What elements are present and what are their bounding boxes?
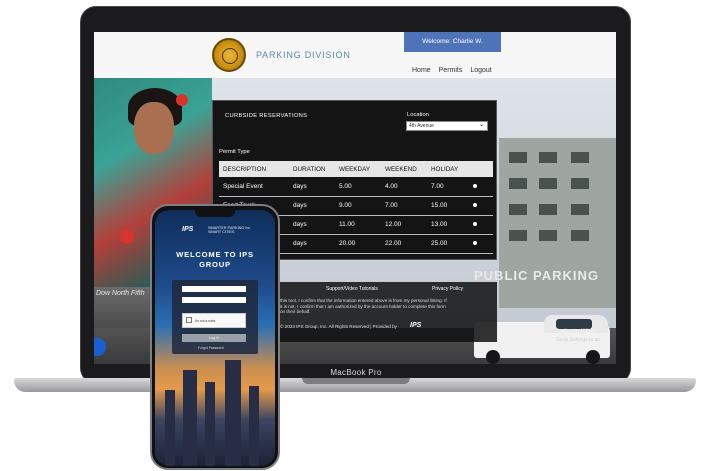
radio-icon[interactable]	[473, 183, 477, 188]
city-seal-logo	[212, 38, 246, 72]
city-building	[205, 382, 215, 466]
privacy-link[interactable]: Privacy Policy	[432, 286, 463, 292]
nav-home[interactable]: Home	[412, 67, 431, 74]
login-button[interactable]: Log in	[182, 334, 246, 342]
cell-weekend: 7.00	[381, 196, 427, 216]
recaptcha-label: I'm not a robot	[195, 319, 216, 323]
ips-logo: IPS	[410, 322, 422, 329]
column-header: DURATION	[289, 161, 335, 177]
cell-weekend: 4.00	[381, 177, 427, 197]
mural-flower	[176, 94, 188, 106]
cell-duration: days	[289, 177, 335, 197]
row-radio[interactable]	[469, 177, 493, 197]
welcome-bar: Welcome: Charlie W.	[404, 32, 501, 52]
window	[571, 152, 589, 163]
wheel	[486, 350, 500, 364]
window	[571, 204, 589, 215]
agreement-text: this tool, I confirm that the informatio…	[280, 298, 447, 315]
radio-icon[interactable]	[473, 203, 477, 207]
copyright-text: © 2023 IPS Group, Inc. All Rights Reserv…	[280, 324, 397, 329]
cell-weekend: 12.00	[381, 215, 427, 235]
wheel	[586, 350, 600, 364]
radio-icon[interactable]	[473, 222, 477, 226]
cell-weekday: 20.00	[335, 234, 381, 254]
window	[509, 152, 527, 163]
column-header-select	[469, 161, 493, 177]
cell-duration: days	[289, 234, 335, 254]
cell-holiday: 7.00	[427, 177, 469, 197]
cell-holiday: 13.00	[427, 215, 469, 235]
cell-weekday: 5.00	[335, 177, 381, 197]
activation-watermark-sub: Go to Settings to ac	[556, 337, 600, 343]
cell-holiday: 25.00	[427, 234, 469, 254]
nav-logout[interactable]: Logout	[470, 67, 491, 74]
row-radio[interactable]	[469, 234, 493, 254]
panel-title: CURBSIDE RESERVATIONS	[225, 113, 308, 119]
site-header	[94, 32, 616, 78]
city-building	[183, 370, 197, 466]
laptop-label: MacBook Pro	[330, 368, 382, 377]
column-header: WEEKEND	[381, 161, 427, 177]
main-nav: Home Permits Logout	[412, 67, 498, 74]
phone-tagline: SMARTER PARKING for SMART CITIES	[208, 226, 250, 235]
cell-weekday: 9.00	[335, 196, 381, 216]
location-select[interactable]: 4th Avenue	[406, 121, 488, 131]
column-header: HOLIDAY	[427, 161, 469, 177]
phone-notch	[195, 210, 235, 217]
radio-icon[interactable]	[473, 241, 477, 245]
permit-type-label: Permit Type	[219, 149, 250, 155]
row-radio[interactable]	[469, 196, 493, 216]
username-field[interactable]	[182, 286, 246, 292]
forgot-password-link[interactable]: Forgot Password	[198, 346, 224, 350]
window	[571, 230, 589, 241]
nav-permits[interactable]: Permits	[439, 67, 463, 74]
window	[539, 178, 557, 189]
phone-welcome-title: WELCOME TO IPS GROUP	[176, 250, 254, 269]
cell-duration: days	[289, 196, 335, 216]
garage-sign: PUBLIC PARKING	[474, 268, 599, 283]
city-building	[165, 390, 175, 466]
mural-text: Dow North Fifth	[96, 290, 145, 297]
cell-weekday: 11.00	[335, 215, 381, 235]
column-header: DESCRIPTION	[219, 161, 289, 177]
activation-watermark: Activate Wind	[556, 328, 596, 335]
table-row[interactable]: Special Event days 5.00 4.00 7.00	[219, 177, 493, 197]
cell-weekend: 22.00	[381, 234, 427, 254]
product-mockup: Dow North Fifth PUBLIC PARKING Activate …	[0, 0, 704, 471]
window	[539, 230, 557, 241]
cell-description: Special Event	[219, 177, 289, 197]
window	[509, 230, 527, 241]
cell-duration: days	[289, 215, 335, 235]
location-label: Location	[407, 112, 429, 118]
city-building	[249, 386, 259, 466]
city-building	[225, 360, 241, 466]
table-header-row: DESCRIPTION DURATION WEEKDAY WEEKEND HOL…	[219, 161, 493, 177]
recaptcha-checkbox[interactable]	[186, 317, 192, 323]
window	[509, 204, 527, 215]
division-title: PARKING DIVISION	[256, 50, 351, 60]
window	[539, 204, 557, 215]
window	[539, 152, 557, 163]
row-radio[interactable]	[469, 215, 493, 235]
column-header: WEEKDAY	[335, 161, 381, 177]
password-field[interactable]	[182, 297, 246, 303]
window	[571, 178, 589, 189]
ips-logo: IPS	[182, 226, 194, 233]
laptop-notch	[302, 378, 410, 384]
mural-face	[134, 102, 174, 154]
support-link[interactable]: Support/Video Tutorials	[326, 286, 378, 292]
window	[509, 178, 527, 189]
cell-holiday: 15.00	[427, 196, 469, 216]
mural-flower	[120, 230, 134, 244]
